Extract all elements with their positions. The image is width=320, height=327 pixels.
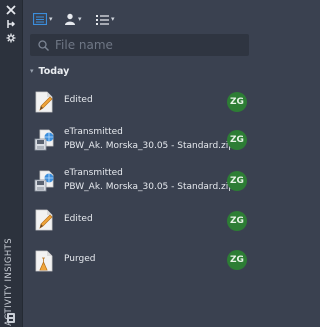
activity-title: Edited [64,214,93,224]
activity-title: Edited [64,95,93,105]
user-filter-icon [64,10,76,29]
avatar[interactable]: ZG [227,130,247,150]
avatar[interactable]: ZG [227,211,247,231]
etransmit-file-icon [34,169,56,193]
avatar[interactable]: ZG [227,171,247,191]
chevron-down-icon: ▾ [78,15,82,23]
file-name-search-input[interactable] [53,37,237,53]
list-options-button[interactable]: ▾ [96,10,115,28]
edited-file-icon [34,90,56,114]
activity-title: eTransmitted [64,127,123,137]
edited-file-icon [34,208,56,232]
palette-icon[interactable] [5,312,17,324]
activity-file-name: PBW_Ak. Morska_30.05 - Standard.zip [64,141,234,151]
activity-item[interactable]: Edited ZG [30,84,257,120]
activity-item[interactable]: eTransmitted PBW_Ak. Morska_30.05 - Stan… [30,122,257,158]
chevron-down-icon: ▾ [30,67,34,75]
activity-title: Purged [64,254,96,264]
activity-panel: ▾ ▾ ▾ ▾ Today Edited ZG [22,0,257,327]
activity-item[interactable]: Edited ZG [30,202,257,238]
list-options-icon [96,10,109,29]
view-mode-button[interactable]: ▾ [32,10,53,29]
close-icon[interactable] [5,4,17,16]
purged-file-icon [34,249,56,273]
user-filter-button[interactable]: ▾ [64,10,82,28]
etransmit-file-icon [34,128,56,152]
activity-item[interactable]: eTransmitted PBW_Ak. Morska_30.05 - Stan… [30,163,257,199]
activity-item[interactable]: Purged ZG [30,243,257,279]
toolbar: ▾ ▾ ▾ [22,0,257,38]
search-icon [38,39,49,51]
search-box [30,34,249,56]
group-label: Today [38,65,70,77]
pin-icon[interactable] [5,18,17,30]
activity-title: eTransmitted [64,168,123,178]
grid-view-icon [32,10,48,29]
chevron-down-icon: ▾ [111,15,115,23]
activity-file-name: PBW_Ak. Morska_30.05 - Standard.zip [64,182,234,192]
group-today[interactable]: ▾ Today [30,64,69,78]
chevron-down-icon: ▾ [49,15,53,23]
avatar[interactable]: ZG [227,92,247,112]
gear-icon[interactable] [5,32,17,44]
panel-sidebar: ACTIVITY INSIGHTS [0,0,23,327]
avatar[interactable]: ZG [227,250,247,270]
